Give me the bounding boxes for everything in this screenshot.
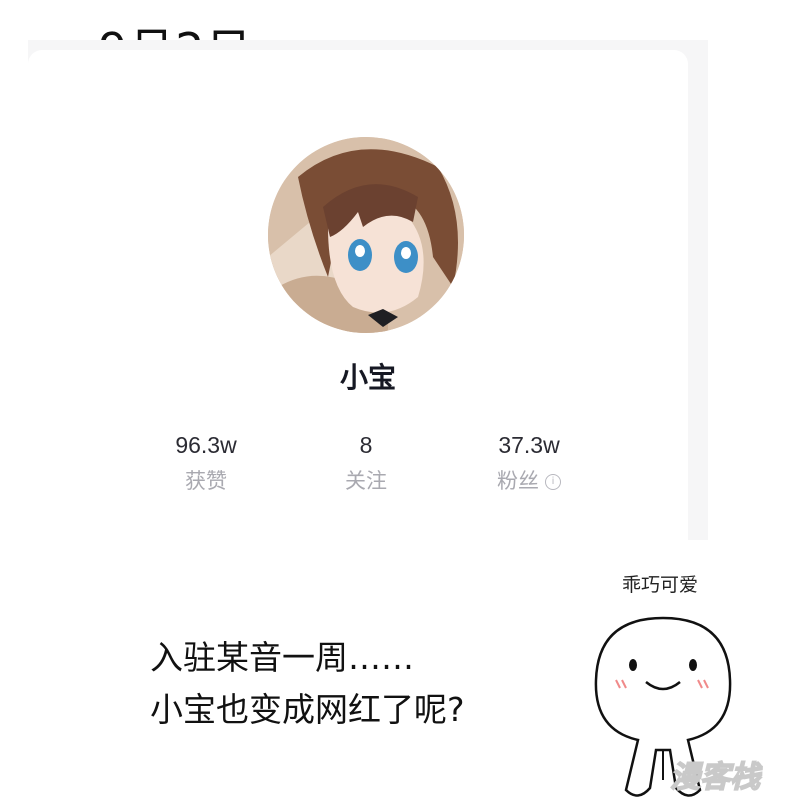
stat-following[interactable]: 8 关注 <box>286 432 446 495</box>
stat-likes-value: 96.3w <box>175 432 237 458</box>
stat-following-label: 关注 <box>345 469 387 493</box>
stat-likes[interactable]: 96.3w 获赞 <box>126 432 286 495</box>
stat-followers-label: 粉丝 <box>497 469 539 493</box>
caption-line-1: 入驻某音一周…… <box>150 638 414 677</box>
avatar-illustration <box>268 137 464 333</box>
stat-followers-value: 37.3w <box>498 432 560 458</box>
caption: 入驻某音一周…… 小宝也变成网红了呢? <box>150 632 465 736</box>
stat-followers-label-wrap: 粉丝 i <box>449 465 609 495</box>
caption-line-2: 小宝也变成网红了呢? <box>150 690 465 729</box>
info-icon[interactable]: i <box>545 474 561 490</box>
profile-name: 小宝 <box>339 361 396 394</box>
sticker-label: 乖巧可爱 <box>622 574 699 596</box>
stat-followers[interactable]: 37.3w 粉丝 i <box>449 432 609 495</box>
watermark-logo: 漫客栈 <box>669 759 761 796</box>
stat-likes-label: 获赞 <box>185 469 227 493</box>
stat-following-value: 8 <box>359 432 373 458</box>
avatar[interactable] <box>268 137 464 333</box>
